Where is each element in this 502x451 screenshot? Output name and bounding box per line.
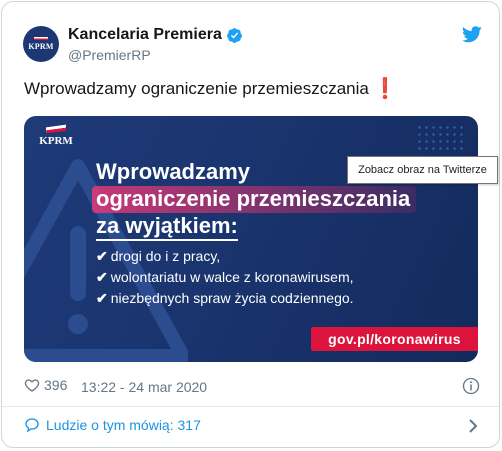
people-talking-link[interactable]: Ludzie o tym mówią: 317 (24, 417, 201, 433)
tweet-timestamp[interactable]: 13:22 - 24 mar 2020 (81, 379, 207, 395)
list-item: ✔ wolontariatu w walce z koronawirusem, (96, 269, 354, 285)
exclamation-emoji: ❗ (372, 78, 398, 100)
avatar[interactable]: KPRM (23, 26, 59, 62)
headline-line-2: ograniczenie przemieszczania (92, 186, 417, 213)
avatar-logo-text: KPRM (28, 42, 54, 51)
verified-badge-icon (227, 28, 242, 43)
list-item: ✔ drogi do i z pracy, (96, 248, 221, 264)
exceptions-list: ✔ drogi do i z pracy, ✔ wolontariatu w wal… (96, 246, 354, 309)
tooltip: Zobacz obraz na Twitterze (347, 156, 498, 184)
heart-icon (24, 379, 40, 392)
headline-line-3: za wyjątkiem: (96, 213, 238, 241)
chevron-right-icon[interactable] (468, 419, 478, 433)
poland-flag-icon (34, 37, 48, 40)
like-button[interactable]: 396 (24, 377, 67, 393)
tweet-card: KPRM Kancelaria Premiera @PremierRP Wpro… (1, 1, 500, 448)
poland-flag-icon (46, 124, 66, 134)
list-item: ✔ niezbędnych spraw życia codziennego. (96, 290, 354, 306)
check-icon: ✔ (96, 269, 108, 285)
tweet-image[interactable]: KPRM Wprowadzamy ograniczenie przemieszc… (24, 116, 478, 362)
account-handle[interactable]: @PremierRP (68, 47, 151, 63)
gov-link-banner: gov.pl/koronawirus (311, 327, 478, 351)
check-icon: ✔ (96, 248, 108, 264)
tweet-text: Wprowadzamy ograniczenie przemieszczania… (24, 79, 398, 99)
info-icon[interactable] (462, 377, 480, 395)
kprm-logo-text: KPRM (39, 135, 73, 147)
kprm-logo: KPRM (36, 124, 76, 147)
decorative-dots (416, 124, 464, 154)
like-count: 396 (44, 377, 68, 393)
speech-bubble-icon (25, 418, 39, 433)
account-name[interactable]: Kancelaria Premiera (68, 26, 222, 44)
tweet-body: Wprowadzamy ograniczenie przemieszczania (24, 79, 369, 98)
divider (2, 406, 499, 407)
check-icon: ✔ (96, 290, 108, 306)
people-talking-label: Ludzie o tym mówią: 317 (46, 417, 201, 433)
twitter-bird-icon[interactable] (462, 26, 482, 43)
